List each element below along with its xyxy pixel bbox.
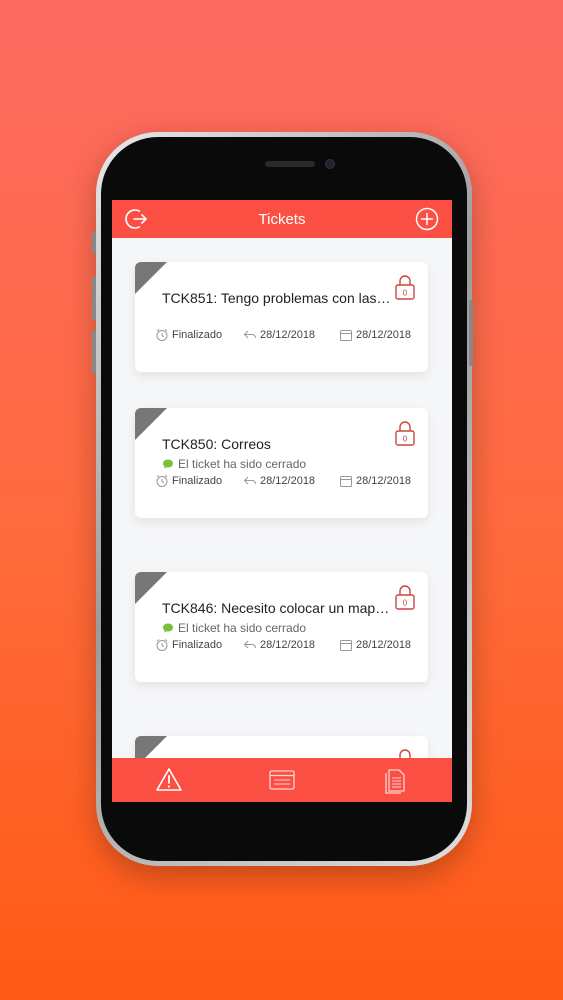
front-camera [325, 159, 335, 169]
alarm-clock-icon [156, 475, 168, 487]
page-title: Tickets [258, 210, 306, 228]
status-field: Finalizado [155, 638, 243, 652]
warning-icon[interactable] [154, 765, 184, 795]
ticket-meta: Finalizado 28/12/2018 28/12/2018 [155, 638, 415, 652]
status-text: Finalizado [172, 329, 223, 341]
logout-icon[interactable] [125, 207, 149, 231]
ticket-message-text: El ticket ha sido cerrado [178, 457, 307, 471]
lock-count: 0 [403, 289, 408, 298]
ticket-message: El ticket ha sido cerrado [162, 457, 306, 471]
lock-icon[interactable]: 0 [394, 420, 416, 446]
calendar-icon [340, 476, 352, 487]
ticket-card[interactable] [135, 736, 428, 758]
ticket-list[interactable]: TCK851: Tengo problemas con las… 0 Final… [112, 238, 452, 758]
ticket-message-text: El ticket ha sido cerrado [178, 621, 307, 635]
reply-date-field: 28/12/2018 [243, 638, 339, 652]
volume-up-button [92, 276, 96, 320]
created-date-text: 28/12/2018 [356, 475, 412, 487]
speaker-grille [265, 161, 315, 167]
ticket-card[interactable]: TCK846: Necesito colocar un map… El tick… [135, 572, 428, 682]
lock-icon[interactable]: 0 [394, 274, 416, 300]
ticket-title: TCK846: Necesito colocar un map… [162, 600, 390, 616]
ticket-meta: Finalizado 28/12/2018 28/12/2018 [155, 328, 415, 342]
reply-arrow-icon [243, 330, 256, 339]
status-text: Finalizado [172, 639, 223, 651]
app-screen: Tickets TCK851: Tengo problemas con las…… [112, 200, 452, 802]
lock-icon[interactable]: 0 [394, 584, 416, 610]
reply-date-field: 28/12/2018 [243, 474, 339, 488]
app-header: Tickets [112, 200, 452, 238]
chat-bubble-icon [163, 459, 173, 469]
bottom-tab-bar [112, 758, 452, 802]
calendar-icon [340, 330, 352, 341]
reply-arrow-icon [243, 476, 256, 485]
lock-count: 0 [403, 599, 408, 608]
reply-arrow-icon [243, 640, 256, 649]
created-date-field: 28/12/2018 [339, 638, 411, 652]
status-field: Finalizado [155, 474, 243, 488]
created-date-text: 28/12/2018 [356, 639, 412, 651]
plus-circle-icon[interactable] [415, 207, 439, 231]
ticket-card[interactable]: TCK851: Tengo problemas con las… 0 Final… [135, 262, 428, 372]
created-date-field: 28/12/2018 [339, 474, 411, 488]
chat-bubble-icon [163, 623, 173, 633]
ticket-title: TCK850: Correos [162, 436, 271, 452]
lock-icon[interactable] [394, 748, 416, 758]
ticket-meta: Finalizado 28/12/2018 28/12/2018 [155, 474, 415, 488]
browser-window-icon[interactable] [267, 765, 297, 795]
document-icon[interactable] [380, 765, 410, 795]
ticket-card[interactable]: TCK850: Correos El ticket ha sido cerrad… [135, 408, 428, 518]
calendar-icon [340, 640, 352, 651]
created-date-field: 28/12/2018 [339, 328, 411, 342]
reply-date-field: 28/12/2018 [243, 328, 339, 342]
power-button [469, 300, 473, 366]
alarm-clock-icon [156, 329, 168, 341]
status-text: Finalizado [172, 475, 223, 487]
reply-date-text: 28/12/2018 [260, 329, 316, 341]
created-date-text: 28/12/2018 [356, 329, 412, 341]
status-field: Finalizado [155, 328, 243, 342]
mute-switch [92, 232, 96, 254]
ticket-title: TCK851: Tengo problemas con las… [162, 290, 391, 306]
ticket-message: El ticket ha sido cerrado [162, 621, 306, 635]
alarm-clock-icon [156, 639, 168, 651]
lock-count: 0 [403, 435, 408, 444]
reply-date-text: 28/12/2018 [260, 639, 316, 651]
card-corner-marker [135, 736, 167, 758]
reply-date-text: 28/12/2018 [260, 475, 316, 487]
volume-down-button [92, 330, 96, 374]
